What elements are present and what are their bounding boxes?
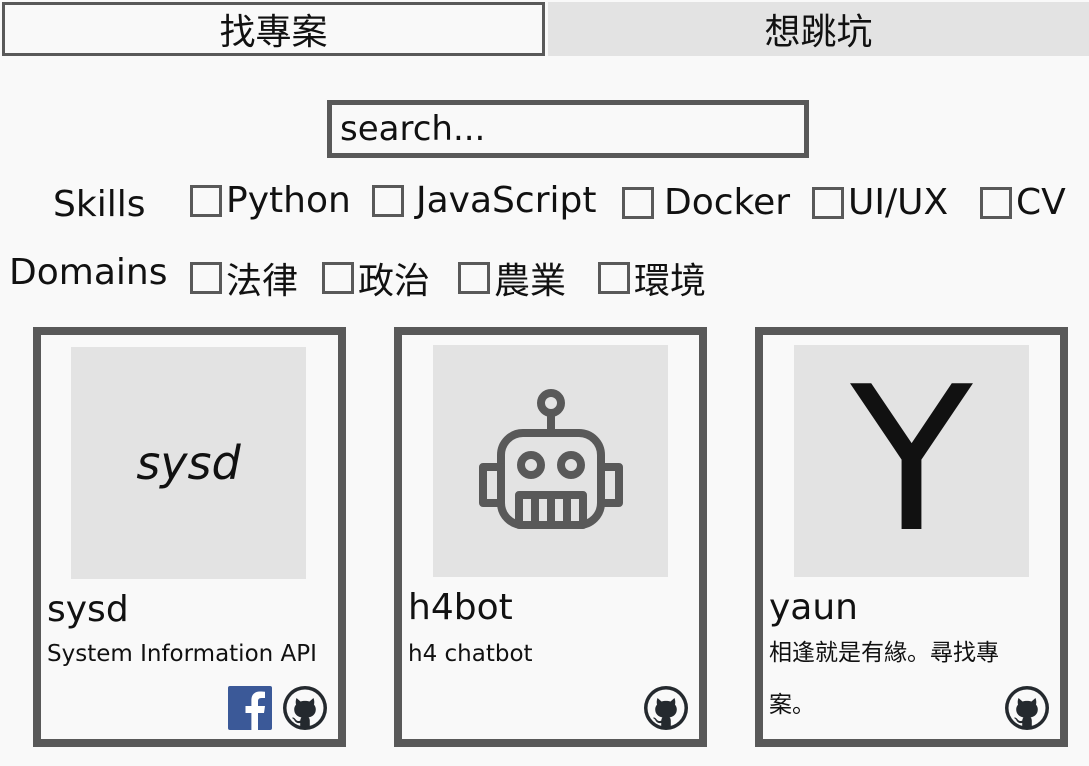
checkbox[interactable]	[372, 184, 404, 217]
project-title: sysd	[47, 589, 129, 630]
domain-option-agriculture[interactable]: 農業	[458, 252, 566, 304]
domain-option-law[interactable]: 法律	[190, 252, 298, 304]
checkbox[interactable]	[980, 186, 1012, 219]
project-description: System Information API	[47, 641, 317, 667]
github-icon[interactable]	[643, 685, 689, 731]
skill-option-javascript[interactable]: JavaScript	[372, 180, 596, 221]
thumbnail-text: sysd	[136, 436, 241, 490]
search-input[interactable]	[340, 109, 804, 149]
project-links	[1004, 685, 1050, 731]
skill-option-cv[interactable]: CV	[980, 182, 1066, 223]
github-icon[interactable]	[1004, 685, 1050, 731]
checkbox[interactable]	[622, 186, 654, 219]
domain-option-politics[interactable]: 政治	[322, 252, 430, 304]
thumbnail-text: Y	[850, 344, 973, 577]
option-label: 環境	[634, 261, 707, 302]
option-label: CV	[1016, 182, 1066, 223]
github-icon[interactable]	[282, 685, 328, 731]
project-title: yaun	[769, 587, 858, 628]
option-label: 農業	[494, 261, 567, 302]
project-description: 相逢就是有緣。尋找專案。	[769, 640, 999, 718]
project-thumbnail: sysd	[71, 347, 306, 579]
domains-label: Domains	[9, 252, 168, 293]
search-box	[327, 100, 809, 158]
facebook-icon[interactable]	[228, 686, 272, 730]
project-links	[643, 685, 689, 731]
skill-option-uiux[interactable]: UI/UX	[812, 182, 948, 223]
skill-option-docker[interactable]: Docker	[622, 182, 790, 223]
tab-join-projects[interactable]: 想跳坑	[548, 2, 1089, 56]
project-links	[228, 685, 328, 731]
robot-icon	[478, 389, 623, 529]
checkbox[interactable]	[598, 262, 630, 294]
checkbox[interactable]	[190, 184, 222, 217]
project-card-sysd[interactable]: sysd sysd System Information API	[33, 327, 346, 747]
project-card-yaun[interactable]: Y yaun 相逢就是有緣。尋找專案。	[755, 327, 1068, 747]
project-description: h4 chatbot	[408, 641, 533, 667]
project-thumbnail	[433, 345, 668, 577]
option-label: Docker	[664, 182, 791, 223]
checkbox[interactable]	[458, 262, 490, 294]
option-label: Python	[226, 180, 351, 221]
project-thumbnail: Y	[794, 345, 1029, 577]
project-card-h4bot[interactable]: h4bot h4 chatbot	[394, 327, 707, 747]
checkbox[interactable]	[322, 262, 354, 294]
skills-label: Skills	[53, 184, 146, 225]
checkbox[interactable]	[190, 262, 222, 294]
tab-bar: 找專案 想跳坑	[0, 0, 1089, 58]
option-label: JavaScript	[416, 180, 597, 221]
checkbox[interactable]	[812, 186, 844, 219]
option-label: 法律	[226, 261, 299, 302]
option-label: UI/UX	[848, 182, 949, 223]
domain-option-environment[interactable]: 環境	[598, 252, 706, 304]
project-title: h4bot	[408, 587, 513, 628]
tab-find-projects[interactable]: 找專案	[2, 2, 545, 56]
skill-option-python[interactable]: Python	[190, 180, 351, 221]
option-label: 政治	[358, 261, 431, 302]
